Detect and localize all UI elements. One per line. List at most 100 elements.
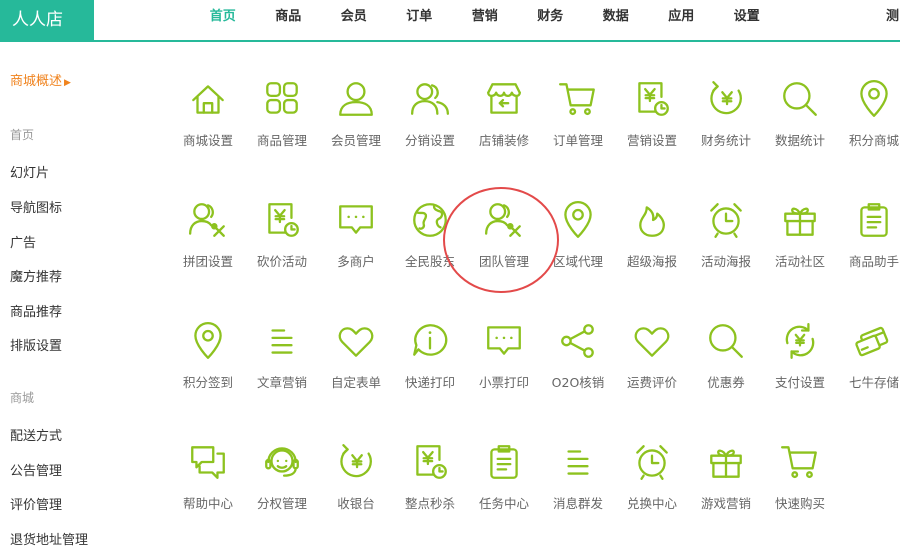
sidebar-item-delivery[interactable]: 配送方式: [10, 425, 62, 444]
sidebar-item-notice[interactable]: 公告管理: [10, 460, 62, 479]
feature-tile[interactable]: 帮助中心: [171, 441, 245, 512]
nav-tab-marketing[interactable]: 营销: [452, 0, 518, 40]
sidebar: 商城概述 ▶ 首页 幻灯片 导航图标 广告 魔方推荐 商品推荐 排版设置 商城 配…: [0, 42, 150, 548]
feature-tile[interactable]: 快速购买: [763, 441, 837, 512]
feature-tile[interactable]: 砍价活动: [245, 199, 319, 270]
feature-tile-label: 营销设置: [626, 133, 677, 148]
feature-tile[interactable]: 活动海报: [689, 199, 763, 270]
share-icon: [561, 324, 594, 358]
nav-tab-orders[interactable]: 订单: [387, 0, 453, 40]
feature-tile[interactable]: 商品管理: [245, 78, 319, 149]
cart-icon: [780, 446, 817, 479]
feature-tile-label: 活动社区: [774, 254, 825, 269]
sidebar-item-reviews[interactable]: 评价管理: [10, 494, 62, 513]
nav-tab-members[interactable]: 会员: [321, 0, 387, 40]
nav-tab-products[interactable]: 商品: [256, 0, 322, 40]
sidebar-item-ads[interactable]: 广告: [10, 232, 36, 251]
feature-tile[interactable]: 游戏营销: [689, 441, 763, 512]
feature-tile[interactable]: 分权管理: [245, 441, 319, 512]
users-icon: [410, 83, 450, 115]
feature-tile-label: 订单管理: [552, 133, 603, 148]
feature-tile[interactable]: 商品助手: [837, 199, 900, 270]
feature-tile[interactable]: O2O核销: [541, 320, 615, 391]
feature-tile[interactable]: 运费评价: [615, 320, 689, 391]
feature-tile-label: 商品管理: [256, 133, 307, 148]
cart-icon: [558, 83, 595, 116]
sidebar-group-home: 首页: [10, 128, 35, 142]
feature-tile[interactable]: 整点秒杀: [393, 441, 467, 512]
nav-tab-home[interactable]: 首页: [190, 0, 256, 40]
feature-tile[interactable]: 订单管理: [541, 78, 615, 149]
feature-tile[interactable]: 消息群发: [541, 441, 615, 512]
text-lines-icon: [567, 450, 589, 475]
feature-tile[interactable]: 营销设置: [615, 78, 689, 149]
feature-tile-label: 优惠券: [707, 375, 745, 390]
feature-tile-label: O2O核销: [551, 375, 605, 390]
feature-tile[interactable]: 小票打印: [467, 320, 541, 391]
nav-tab-data[interactable]: 数据: [583, 0, 649, 40]
feature-tile-label: 分销设置: [404, 133, 455, 148]
feature-tile[interactable]: 兑换中心: [615, 441, 689, 512]
sidebar-item-return-address[interactable]: 退货地址管理: [10, 529, 88, 548]
feature-tile-label: 超级海报: [626, 254, 677, 269]
feature-tile[interactable]: 多商户: [319, 199, 393, 270]
feature-tile[interactable]: 优惠券: [689, 320, 763, 391]
feature-tile[interactable]: 任务中心: [467, 441, 541, 512]
feature-tile-label: 收银台: [337, 496, 375, 511]
gift-icon: [784, 207, 816, 236]
heart-icon: [338, 327, 374, 357]
feature-tile[interactable]: 会员管理: [319, 78, 393, 149]
gift-icon: [710, 449, 742, 478]
feature-tile[interactable]: 商城设置: [171, 78, 245, 149]
feature-tile[interactable]: 积分商城: [837, 78, 900, 149]
feature-tile[interactable]: 收银台: [319, 441, 393, 512]
grid-icon: [266, 82, 298, 114]
yen-cycle-icon: [340, 444, 372, 478]
user-menu-truncated[interactable]: 测: [886, 0, 900, 34]
yen-doc-clock-icon: [416, 445, 447, 479]
sidebar-item-nav-icons[interactable]: 导航图标: [10, 197, 62, 216]
feature-tile-label: 商城设置: [182, 133, 233, 148]
feature-tile[interactable]: 文章营销: [245, 320, 319, 391]
feature-tile[interactable]: 超级海报: [615, 199, 689, 270]
feature-tile-label: 积分签到: [182, 375, 233, 390]
feature-tile[interactable]: 店铺装修: [467, 78, 541, 149]
nav-tab-apps[interactable]: 应用: [649, 0, 715, 40]
feature-tile[interactable]: 分销设置: [393, 78, 467, 149]
feature-tile-label: 多商户: [337, 254, 375, 269]
sidebar-item-slides[interactable]: 幻灯片: [10, 162, 49, 181]
feature-tile[interactable]: 拼团设置: [171, 199, 245, 270]
sidebar-overview-link[interactable]: 商城概述 ▶: [10, 70, 71, 89]
feature-tile[interactable]: 财务统计: [689, 78, 763, 149]
users-tool-icon: [188, 203, 225, 237]
chat-double-icon: [191, 446, 225, 479]
sidebar-overview-label: 商城概述: [10, 74, 63, 89]
text-lines-icon: [271, 329, 293, 354]
feature-tile[interactable]: 活动社区: [763, 199, 837, 270]
feature-tile-label: 整点秒杀: [404, 496, 455, 511]
app-logo[interactable]: 人人店: [0, 0, 94, 40]
sidebar-item-product-recommend[interactable]: 商品推荐: [10, 301, 62, 320]
feature-tile-label: 快速购买: [774, 496, 825, 511]
sidebar-item-cube[interactable]: 魔方推荐: [10, 266, 62, 285]
nav-tab-finance[interactable]: 财务: [518, 0, 584, 40]
feature-tile-label: 商品助手: [848, 254, 899, 269]
user-icon: [339, 82, 373, 116]
feature-tile-label: 活动海报: [700, 254, 751, 269]
feature-tile-label: 数据统计: [774, 133, 825, 148]
feature-tile-label: 游戏营销: [700, 496, 751, 511]
feature-tile-label: 小票打印: [478, 375, 529, 390]
feature-tile-label: 文章营销: [256, 375, 307, 390]
feature-tile[interactable]: 自定表单: [319, 320, 393, 391]
feature-tile[interactable]: 支付设置: [763, 320, 837, 391]
feature-tile[interactable]: 数据统计: [763, 78, 837, 149]
nav-tab-settings[interactable]: 设置: [714, 0, 780, 40]
clipboard-icon: [860, 203, 888, 237]
sidebar-item-layout[interactable]: 排版设置: [10, 335, 62, 354]
feature-tile[interactable]: 积分签到: [171, 320, 245, 391]
main-nav: 首页 商品 会员 订单 营销 财务 数据 应用 设置: [190, 0, 780, 40]
feature-tile[interactable]: 快递打印: [393, 320, 467, 391]
feature-tile[interactable]: 七牛存储: [837, 320, 900, 391]
yen-refresh-icon: [785, 323, 815, 359]
cards-icon: [855, 326, 889, 357]
